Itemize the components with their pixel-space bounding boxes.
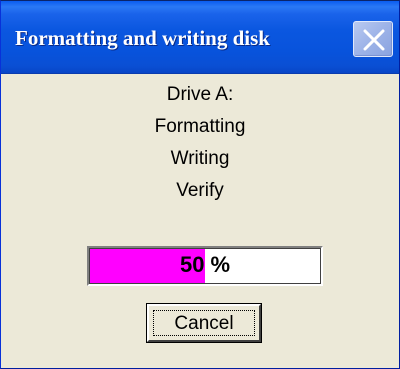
close-button[interactable]	[353, 21, 393, 57]
drive-label: Drive A:	[166, 84, 234, 105]
progress-bar: 50%	[87, 246, 323, 286]
dialog-content: Drive A: Formatting Writing Verify 50% C…	[9, 74, 391, 362]
progress-percent-value: 50	[179, 252, 205, 277]
title-bar[interactable]: Formatting and writing disk	[1, 1, 399, 74]
format-dialog-window: Formatting and writing disk Drive A: For…	[0, 0, 400, 369]
cancel-button-label: Cancel	[153, 310, 255, 336]
step-formatting: Formatting	[154, 116, 246, 137]
step-verify: Verify	[176, 180, 224, 201]
progress-text: 50%	[89, 248, 321, 284]
close-icon	[363, 29, 385, 51]
cancel-button[interactable]: Cancel	[147, 304, 261, 342]
progress-percent-sign: %	[210, 252, 231, 277]
window-title: Formatting and writing disk	[15, 26, 270, 50]
step-writing: Writing	[170, 148, 230, 169]
